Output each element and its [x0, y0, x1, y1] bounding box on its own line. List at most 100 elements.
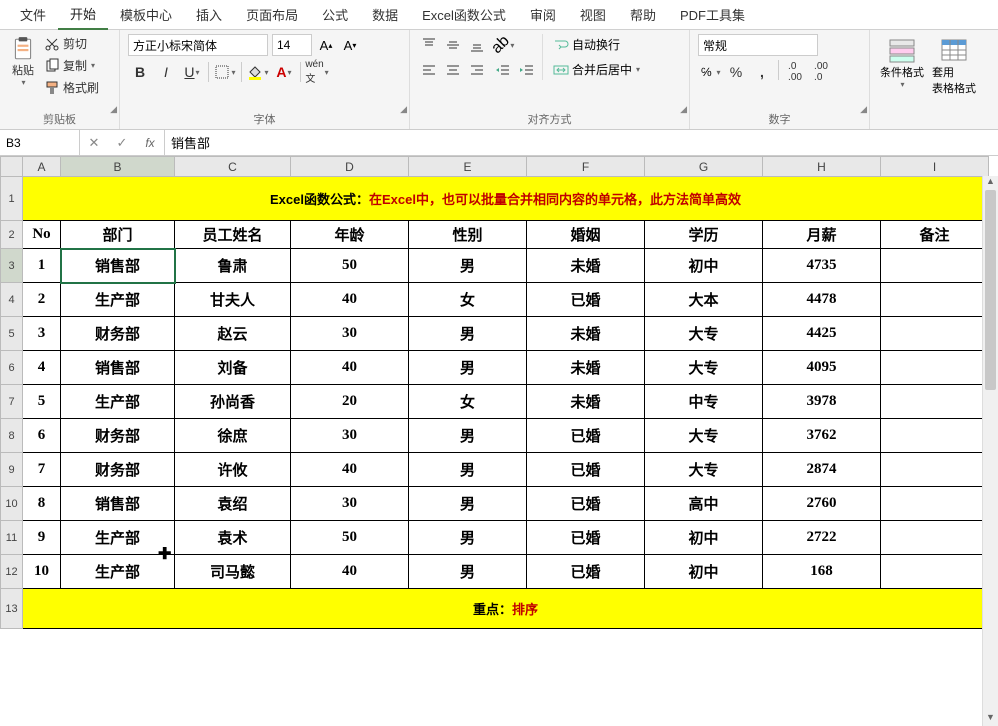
- cell[interactable]: 3762: [763, 419, 881, 453]
- cell[interactable]: 8: [23, 487, 61, 521]
- col-header-I[interactable]: I: [881, 157, 989, 177]
- cell[interactable]: 40: [291, 283, 409, 317]
- menu-view[interactable]: 视图: [568, 0, 618, 29]
- italic-button[interactable]: I: [154, 60, 178, 84]
- row-header-8[interactable]: 8: [1, 419, 23, 453]
- cell[interactable]: 未婚: [527, 351, 645, 385]
- cell[interactable]: 男: [409, 249, 527, 283]
- increase-indent-button[interactable]: [516, 59, 538, 81]
- align-right-button[interactable]: [466, 59, 488, 81]
- font-size-select[interactable]: [272, 34, 312, 56]
- menu-layout[interactable]: 页面布局: [234, 0, 310, 29]
- row-header-5[interactable]: 5: [1, 317, 23, 351]
- align-left-button[interactable]: [418, 59, 440, 81]
- cell[interactable]: 鲁肃: [175, 249, 291, 283]
- align-middle-button[interactable]: [442, 34, 464, 56]
- cell[interactable]: 7: [23, 453, 61, 487]
- percent-button[interactable]: %: [724, 60, 748, 84]
- row-header-4[interactable]: 4: [1, 283, 23, 317]
- expand-icon[interactable]: ◢: [110, 104, 117, 115]
- cell[interactable]: 销售部: [61, 487, 175, 521]
- cell[interactable]: 已婚: [527, 521, 645, 555]
- cell[interactable]: 大本: [645, 283, 763, 317]
- paste-button[interactable]: 粘贴 ▾: [8, 34, 38, 89]
- cell[interactable]: 女: [409, 385, 527, 419]
- cell[interactable]: [881, 249, 989, 283]
- cell[interactable]: [881, 453, 989, 487]
- orientation-button[interactable]: ab▾: [492, 34, 514, 56]
- header-sex[interactable]: 性别: [409, 221, 527, 249]
- col-header-H[interactable]: H: [763, 157, 881, 177]
- cell[interactable]: 40: [291, 555, 409, 589]
- cell[interactable]: 徐庶: [175, 419, 291, 453]
- cancel-formula-button[interactable]: ✕: [80, 130, 108, 155]
- cell[interactable]: 2874: [763, 453, 881, 487]
- align-top-button[interactable]: [418, 34, 440, 56]
- decrease-font-button[interactable]: A▾: [340, 34, 360, 56]
- expand-icon[interactable]: ◢: [400, 104, 407, 115]
- cell[interactable]: 30: [291, 317, 409, 351]
- cell[interactable]: 2760: [763, 487, 881, 521]
- cell[interactable]: 生产部: [61, 555, 175, 589]
- menu-template[interactable]: 模板中心: [108, 0, 184, 29]
- cell[interactable]: 4425: [763, 317, 881, 351]
- header-age[interactable]: 年龄: [291, 221, 409, 249]
- header-note[interactable]: 备注: [881, 221, 989, 249]
- cell[interactable]: 2: [23, 283, 61, 317]
- table-format-button[interactable]: 套用 表格格式: [930, 34, 978, 98]
- title-cell[interactable]: Excel函数公式：在Excel中，也可以批量合并相同内容的单元格，此方法简单高…: [23, 177, 989, 221]
- cell[interactable]: 男: [409, 317, 527, 351]
- cell[interactable]: 已婚: [527, 555, 645, 589]
- bold-button[interactable]: B: [128, 60, 152, 84]
- cell[interactable]: 6: [23, 419, 61, 453]
- number-format-select[interactable]: [698, 34, 818, 56]
- scroll-thumb[interactable]: [985, 190, 996, 390]
- cell[interactable]: 男: [409, 521, 527, 555]
- cell[interactable]: 中专: [645, 385, 763, 419]
- cell[interactable]: [881, 419, 989, 453]
- row-header-12[interactable]: 12: [1, 555, 23, 589]
- cell[interactable]: 未婚: [527, 249, 645, 283]
- increase-font-button[interactable]: A▴: [316, 34, 336, 56]
- cell[interactable]: 168: [763, 555, 881, 589]
- header-mar[interactable]: 婚姻: [527, 221, 645, 249]
- cell[interactable]: 大专: [645, 317, 763, 351]
- cell[interactable]: 赵云: [175, 317, 291, 351]
- phonetic-button[interactable]: wén文▾: [305, 60, 329, 84]
- cell[interactable]: 40: [291, 351, 409, 385]
- col-header-B[interactable]: B: [61, 157, 175, 177]
- cell[interactable]: 10: [23, 555, 61, 589]
- underline-button[interactable]: U▾: [180, 60, 204, 84]
- spreadsheet-grid[interactable]: A B C D E F G H I 1 Excel函数公式：在Excel中，也可…: [0, 156, 998, 726]
- footer-cell[interactable]: 重点：排序: [23, 589, 989, 629]
- row-header-10[interactable]: 10: [1, 487, 23, 521]
- cell[interactable]: 4735: [763, 249, 881, 283]
- formula-input[interactable]: [165, 135, 998, 150]
- cell[interactable]: 30: [291, 419, 409, 453]
- cell[interactable]: 已婚: [527, 453, 645, 487]
- decrease-decimal-button[interactable]: .00.0: [809, 60, 833, 84]
- vertical-scrollbar[interactable]: ▲ ▼: [982, 176, 998, 726]
- col-header-F[interactable]: F: [527, 157, 645, 177]
- header-dept[interactable]: 部门: [61, 221, 175, 249]
- cell[interactable]: 1: [23, 249, 61, 283]
- cell[interactable]: 袁术: [175, 521, 291, 555]
- cell[interactable]: 财务部: [61, 453, 175, 487]
- row-header-6[interactable]: 6: [1, 351, 23, 385]
- cell[interactable]: 未婚: [527, 385, 645, 419]
- cell[interactable]: 大专: [645, 351, 763, 385]
- cell[interactable]: 9: [23, 521, 61, 555]
- cell[interactable]: [881, 487, 989, 521]
- align-center-button[interactable]: [442, 59, 464, 81]
- increase-decimal-button[interactable]: .0.00: [783, 60, 807, 84]
- cell[interactable]: 高中: [645, 487, 763, 521]
- cell[interactable]: [881, 521, 989, 555]
- expand-icon[interactable]: ◢: [680, 104, 687, 115]
- cell[interactable]: [881, 317, 989, 351]
- cell[interactable]: 男: [409, 351, 527, 385]
- cell[interactable]: 许攸: [175, 453, 291, 487]
- menu-file[interactable]: 文件: [8, 0, 58, 29]
- format-painter-button[interactable]: 格式刷: [42, 78, 101, 97]
- col-header-A[interactable]: A: [23, 157, 61, 177]
- cell[interactable]: [881, 351, 989, 385]
